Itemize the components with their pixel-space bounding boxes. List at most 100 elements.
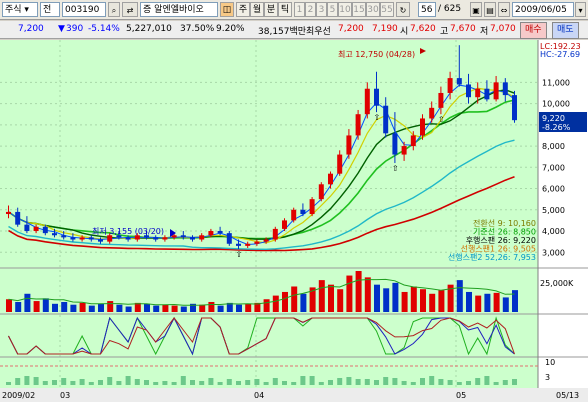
osc-bar — [263, 382, 269, 385]
candle — [466, 84, 471, 98]
volume-bar — [70, 304, 77, 312]
volume-bar — [410, 286, 417, 312]
volume-bar — [438, 290, 445, 312]
candle — [318, 184, 324, 200]
down-arrow-icon: ▼ — [58, 24, 65, 34]
price-axis-label: 7,000 — [542, 163, 565, 172]
price-axis-label: 3,000 — [542, 248, 565, 257]
osc-bar — [180, 376, 186, 385]
minute-option-3[interactable]: 3 — [316, 2, 327, 17]
low-label: 저 — [480, 27, 489, 37]
period-type-select[interactable]: 전 — [40, 2, 60, 17]
osc-bar — [475, 378, 481, 385]
sell-button[interactable]: 매도 — [552, 22, 579, 39]
volume-bar — [374, 284, 380, 312]
minute-option-1[interactable]: 1 — [294, 2, 305, 17]
volume-bar — [79, 302, 86, 312]
osc-bar — [134, 379, 140, 385]
chart-options-button[interactable]: ◫ — [220, 2, 234, 17]
market-select[interactable]: 주식 ▾ — [2, 2, 38, 17]
candle — [245, 243, 251, 246]
osc-bar — [429, 376, 435, 385]
osc-bar — [282, 381, 287, 385]
osc-bar — [272, 378, 278, 385]
osc-bar — [153, 382, 159, 385]
stock-list-icon[interactable]: ⇄ — [122, 2, 138, 17]
minute-option-2[interactable]: 2 — [305, 2, 316, 17]
osc-bar — [355, 379, 361, 385]
candle — [98, 239, 103, 242]
volume-bar — [282, 291, 288, 312]
minute-option-10[interactable]: 10 — [338, 2, 352, 17]
osc-bar — [392, 378, 398, 385]
minute-option-55[interactable]: 55 — [380, 2, 394, 17]
osc-bar — [24, 376, 30, 385]
candle — [309, 199, 315, 215]
price-axis-label: 10,000 — [542, 100, 570, 109]
minute-option-5[interactable]: 5 — [327, 2, 338, 17]
date-input[interactable]: 2009/06/05 — [512, 2, 574, 17]
zoom-out-icon[interactable]: ▤ — [484, 2, 496, 17]
minute-option-30[interactable]: 30 — [366, 2, 380, 17]
volume-bar — [98, 303, 104, 312]
buy-button[interactable]: 매수 — [520, 22, 547, 39]
volume-bar — [24, 293, 31, 312]
grade-badge: 증 — [143, 5, 152, 15]
minute-option-15[interactable]: 15 — [352, 2, 366, 17]
volume-bar — [153, 305, 160, 312]
current-price: 7,200 — [18, 24, 44, 34]
period-button-month[interactable]: 월 — [250, 2, 264, 17]
volume-bar — [88, 305, 95, 312]
candle — [153, 237, 159, 240]
osc-bar — [33, 377, 39, 385]
candle — [162, 237, 168, 240]
trade-amount: 38,157백만 — [258, 27, 307, 37]
stock-chart[interactable]: 11,00010,0009,0008,0007,0006,0005,0004,0… — [0, 40, 588, 402]
price-change: 390 — [66, 24, 84, 34]
period-button-week[interactable]: 주 — [236, 2, 250, 17]
volume-bar — [401, 291, 408, 312]
candle — [447, 78, 453, 93]
osc-bar — [512, 379, 517, 385]
market-select-label: 주식 — [5, 5, 22, 15]
volume-bar — [364, 277, 371, 312]
period-button-minute[interactable]: 분 — [264, 2, 278, 17]
osc-bar — [309, 376, 315, 385]
volume-bar — [180, 306, 187, 312]
date-label-end: 05/13 — [556, 391, 579, 400]
candle — [429, 107, 435, 119]
best-quote-label: 최우선 — [306, 27, 331, 37]
candle — [6, 211, 11, 215]
osc-bar — [144, 380, 149, 385]
zoom-in-icon[interactable]: ▣ — [470, 2, 482, 17]
osc-bar — [410, 382, 416, 385]
volume-bar — [429, 293, 436, 312]
candle — [15, 211, 21, 225]
price-axis-label: 11,000 — [542, 78, 570, 87]
candle — [355, 114, 361, 136]
candle — [52, 233, 57, 236]
search-icon[interactable]: ⌕ — [108, 2, 120, 17]
scroll-icon[interactable]: ⇔ — [498, 2, 510, 17]
refresh-icon[interactable]: ↻ — [396, 2, 410, 17]
volume-bar — [236, 304, 242, 312]
candle — [364, 88, 370, 115]
volume-bar — [263, 299, 270, 312]
price-axis-label: 6,000 — [542, 185, 565, 194]
count-input[interactable]: 56 — [418, 2, 436, 17]
volume-bar — [42, 298, 49, 312]
osc-bar — [52, 380, 57, 385]
volume-bar — [291, 286, 298, 312]
candle — [254, 241, 260, 244]
stock-code-input[interactable]: 003190 — [62, 2, 106, 17]
osc-bar — [466, 381, 471, 385]
stock-name: 알엔엘바이오 — [154, 5, 204, 15]
low-marker-icon: ⇧ — [236, 250, 243, 259]
osc-bar — [300, 376, 306, 385]
volume-bar — [208, 301, 215, 312]
osc-bar — [79, 379, 85, 385]
osc-bar — [438, 379, 444, 385]
period-button-tick[interactable]: 틱 — [278, 2, 292, 17]
osc-bar — [374, 380, 379, 385]
calendar-icon[interactable]: ▾ — [575, 2, 586, 17]
